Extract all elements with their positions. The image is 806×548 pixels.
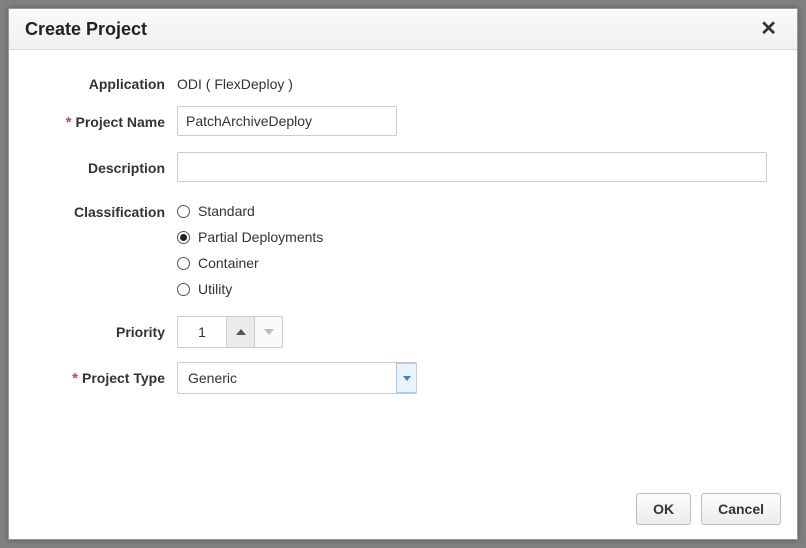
classification-group: Standard Partial Deployments Container U… — [177, 198, 767, 302]
row-classification: Classification Standard Partial Deployme… — [39, 198, 767, 302]
radio-label-partial: Partial Deployments — [198, 229, 323, 245]
priority-increment-button[interactable] — [226, 317, 254, 347]
project-type-value: Generic — [178, 363, 396, 393]
row-description: Description — [39, 152, 767, 184]
project-type-dropdown-button[interactable] — [396, 363, 416, 393]
ok-button[interactable]: OK — [636, 493, 691, 525]
chevron-down-icon — [403, 376, 411, 381]
dialog-header: Create Project ✕ — [9, 9, 797, 50]
radio-standard[interactable]: Standard — [177, 198, 767, 224]
dialog-title: Create Project — [25, 19, 147, 40]
label-description: Description — [39, 152, 177, 184]
chevron-up-icon — [236, 329, 246, 335]
label-project-type: * Project Type — [39, 362, 177, 394]
row-priority: Priority 1 — [39, 316, 767, 348]
radio-icon — [177, 257, 190, 270]
label-priority: Priority — [39, 316, 177, 348]
priority-stepper: 1 — [177, 316, 283, 348]
radio-utility[interactable]: Utility — [177, 276, 767, 302]
dialog-body: Application ODI ( FlexDeploy ) * Project… — [9, 50, 797, 483]
project-name-input[interactable] — [177, 106, 397, 136]
value-application: ODI ( FlexDeploy ) — [177, 70, 293, 92]
radio-container[interactable]: Container — [177, 250, 767, 276]
required-star-icon: * — [72, 371, 78, 386]
required-star-icon: * — [66, 115, 72, 130]
project-type-select[interactable]: Generic — [177, 362, 417, 394]
radio-partial-deployments[interactable]: Partial Deployments — [177, 224, 767, 250]
radio-label-standard: Standard — [198, 203, 255, 219]
radio-icon — [177, 283, 190, 296]
radio-label-utility: Utility — [198, 281, 232, 297]
description-input[interactable] — [177, 152, 767, 182]
radio-label-container: Container — [198, 255, 259, 271]
label-application: Application — [39, 70, 177, 92]
label-project-name: * Project Name — [39, 106, 177, 138]
chevron-down-icon — [264, 329, 274, 335]
radio-icon — [177, 231, 190, 244]
row-project-name: * Project Name — [39, 106, 767, 138]
row-application: Application ODI ( FlexDeploy ) — [39, 70, 767, 92]
priority-decrement-button[interactable] — [254, 317, 282, 347]
create-project-dialog: Create Project ✕ Application ODI ( FlexD… — [8, 8, 798, 540]
cancel-button[interactable]: Cancel — [701, 493, 781, 525]
dialog-footer: OK Cancel — [9, 483, 797, 539]
close-icon[interactable]: ✕ — [756, 17, 781, 41]
priority-value[interactable]: 1 — [178, 317, 226, 347]
label-classification: Classification — [39, 198, 177, 220]
row-project-type: * Project Type Generic — [39, 362, 767, 394]
radio-icon — [177, 205, 190, 218]
